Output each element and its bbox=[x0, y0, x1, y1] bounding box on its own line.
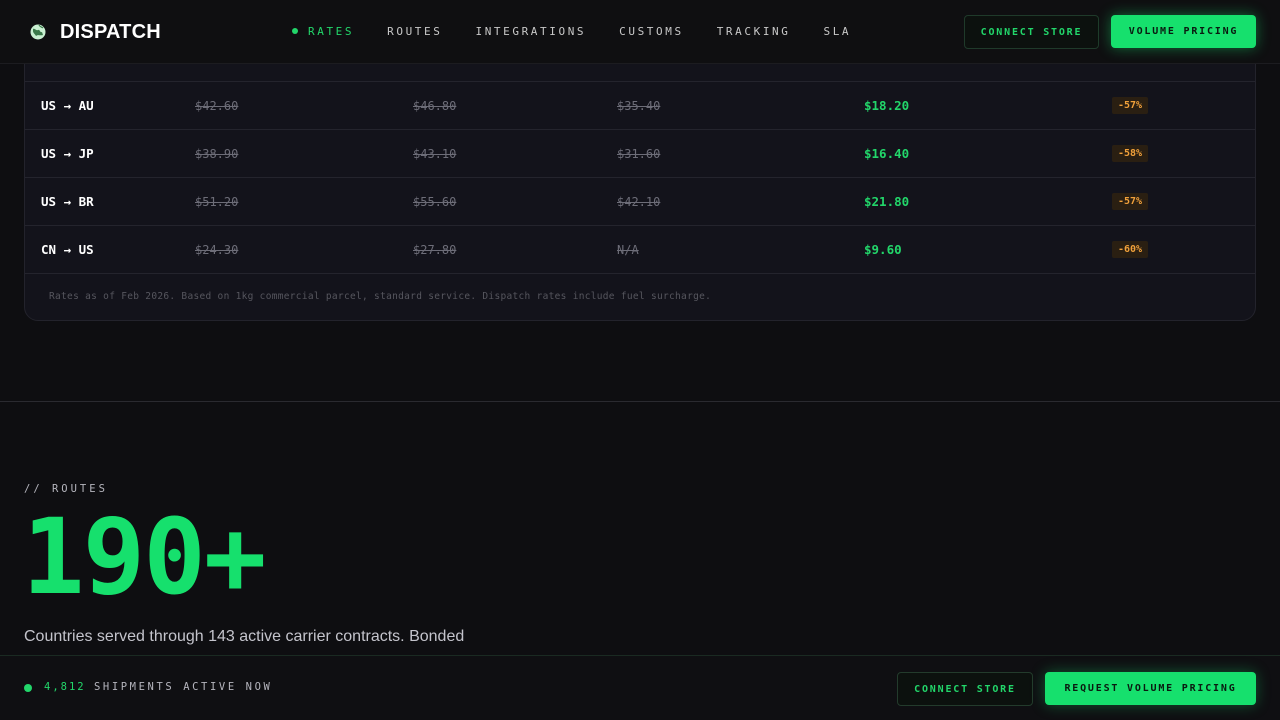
nav-link-integrations[interactable]: INTEGRATIONS bbox=[475, 25, 586, 38]
globe-icon bbox=[30, 24, 46, 40]
live-status-icon bbox=[24, 684, 32, 692]
carrier-price-2: $46.80 bbox=[413, 98, 457, 113]
routes-stat: 190+ bbox=[22, 496, 266, 618]
nav-link-customs[interactable]: CUSTOMS bbox=[619, 25, 684, 38]
active-dot-icon bbox=[292, 28, 298, 34]
request-volume-pricing-button[interactable]: REQUEST VOLUME PRICING bbox=[1045, 672, 1256, 705]
active-shipments-label: SHIPMENTS ACTIVE NOW bbox=[94, 681, 273, 693]
carrier-price-1: $24.30 bbox=[195, 242, 239, 257]
carrier-price-3: $35.40 bbox=[617, 98, 661, 113]
savings-badge: -58% bbox=[1112, 145, 1149, 162]
savings-badge: -60% bbox=[1112, 241, 1149, 258]
dispatch-price: $18.20 bbox=[864, 98, 910, 113]
brand-name: DISPATCH bbox=[60, 20, 161, 43]
carrier-price-3: N/A bbox=[617, 242, 639, 257]
routes-eyebrow: // ROUTES bbox=[24, 483, 108, 495]
dispatch-price: $21.80 bbox=[864, 194, 910, 209]
connect-store-button[interactable]: CONNECT STORE bbox=[964, 15, 1099, 49]
nav-link-label: RATES bbox=[308, 24, 355, 38]
route-cell: CN → US bbox=[41, 242, 94, 257]
savings-badge: -57% bbox=[1112, 193, 1149, 210]
route-cell: US → JP bbox=[41, 146, 94, 161]
nav-link-label: CUSTOMS bbox=[619, 24, 684, 38]
table-row: US → BR $51.20 $55.60 $42.10 $21.80 -57% bbox=[25, 178, 1255, 226]
savings-badge: -57% bbox=[1112, 97, 1149, 114]
carrier-price-2: $43.10 bbox=[413, 146, 457, 161]
carrier-price-1: $51.20 bbox=[195, 194, 239, 209]
table-row: US → AU $42.60 $46.80 $35.40 $18.20 -57% bbox=[25, 82, 1255, 130]
carrier-price-1: $38.90 bbox=[195, 146, 239, 161]
carrier-price-3: $31.60 bbox=[617, 146, 661, 161]
bottom-cta-bar: 4,812 SHIPMENTS ACTIVE NOW CONNECT STORE… bbox=[0, 655, 1280, 720]
table-row: US → JP $38.90 $43.10 $31.60 $16.40 -58% bbox=[25, 130, 1255, 178]
rates-footnote: Rates as of Feb 2026. Based on 1kg comme… bbox=[49, 291, 712, 302]
savings-cell: -58% bbox=[1112, 130, 1149, 177]
nav-link-sla[interactable]: SLA bbox=[823, 25, 851, 38]
nav-link-label: INTEGRATIONS bbox=[475, 24, 587, 38]
top-nav: DISPATCH RATES ROUTES INTEGRATIONS CUSTO… bbox=[0, 0, 1280, 64]
savings-cell: -57% bbox=[1112, 82, 1149, 129]
savings-cell: -60% bbox=[1112, 226, 1149, 273]
volume-pricing-button[interactable]: VOLUME PRICING bbox=[1111, 15, 1256, 48]
dispatch-price: $16.40 bbox=[864, 146, 910, 161]
route-cell: US → BR bbox=[41, 194, 94, 209]
dispatch-price: $9.60 bbox=[864, 242, 902, 257]
table-row: CN → US $24.30 $27.80 N/A $9.60 -60% bbox=[25, 226, 1255, 274]
carrier-price-3: $42.10 bbox=[617, 194, 661, 209]
nav-link-tracking[interactable]: TRACKING bbox=[717, 25, 791, 38]
carrier-price-2: $27.80 bbox=[413, 242, 457, 257]
carrier-price-1: $42.60 bbox=[195, 98, 239, 113]
nav-link-rates[interactable]: RATES bbox=[292, 25, 354, 38]
nav-link-label: ROUTES bbox=[387, 24, 443, 38]
section-divider bbox=[0, 401, 1280, 402]
routes-description: Countries served through 143 active carr… bbox=[24, 628, 465, 645]
main-nav: RATES ROUTES INTEGRATIONS CUSTOMS TRACKI… bbox=[292, 0, 884, 62]
rates-table-card: US → AU $42.60 $46.80 $35.40 $18.20 -57%… bbox=[24, 40, 1256, 321]
connect-store-button[interactable]: CONNECT STORE bbox=[897, 672, 1033, 706]
nav-link-label: SLA bbox=[823, 24, 852, 38]
route-cell: US → AU bbox=[41, 98, 94, 113]
brand-logo[interactable]: DISPATCH bbox=[28, 18, 161, 46]
savings-cell: -57% bbox=[1112, 178, 1149, 225]
carrier-price-2: $55.60 bbox=[413, 194, 457, 209]
nav-link-label: TRACKING bbox=[716, 24, 791, 38]
nav-link-routes[interactable]: ROUTES bbox=[387, 25, 442, 38]
active-shipments-count: 4,812 bbox=[44, 681, 86, 693]
